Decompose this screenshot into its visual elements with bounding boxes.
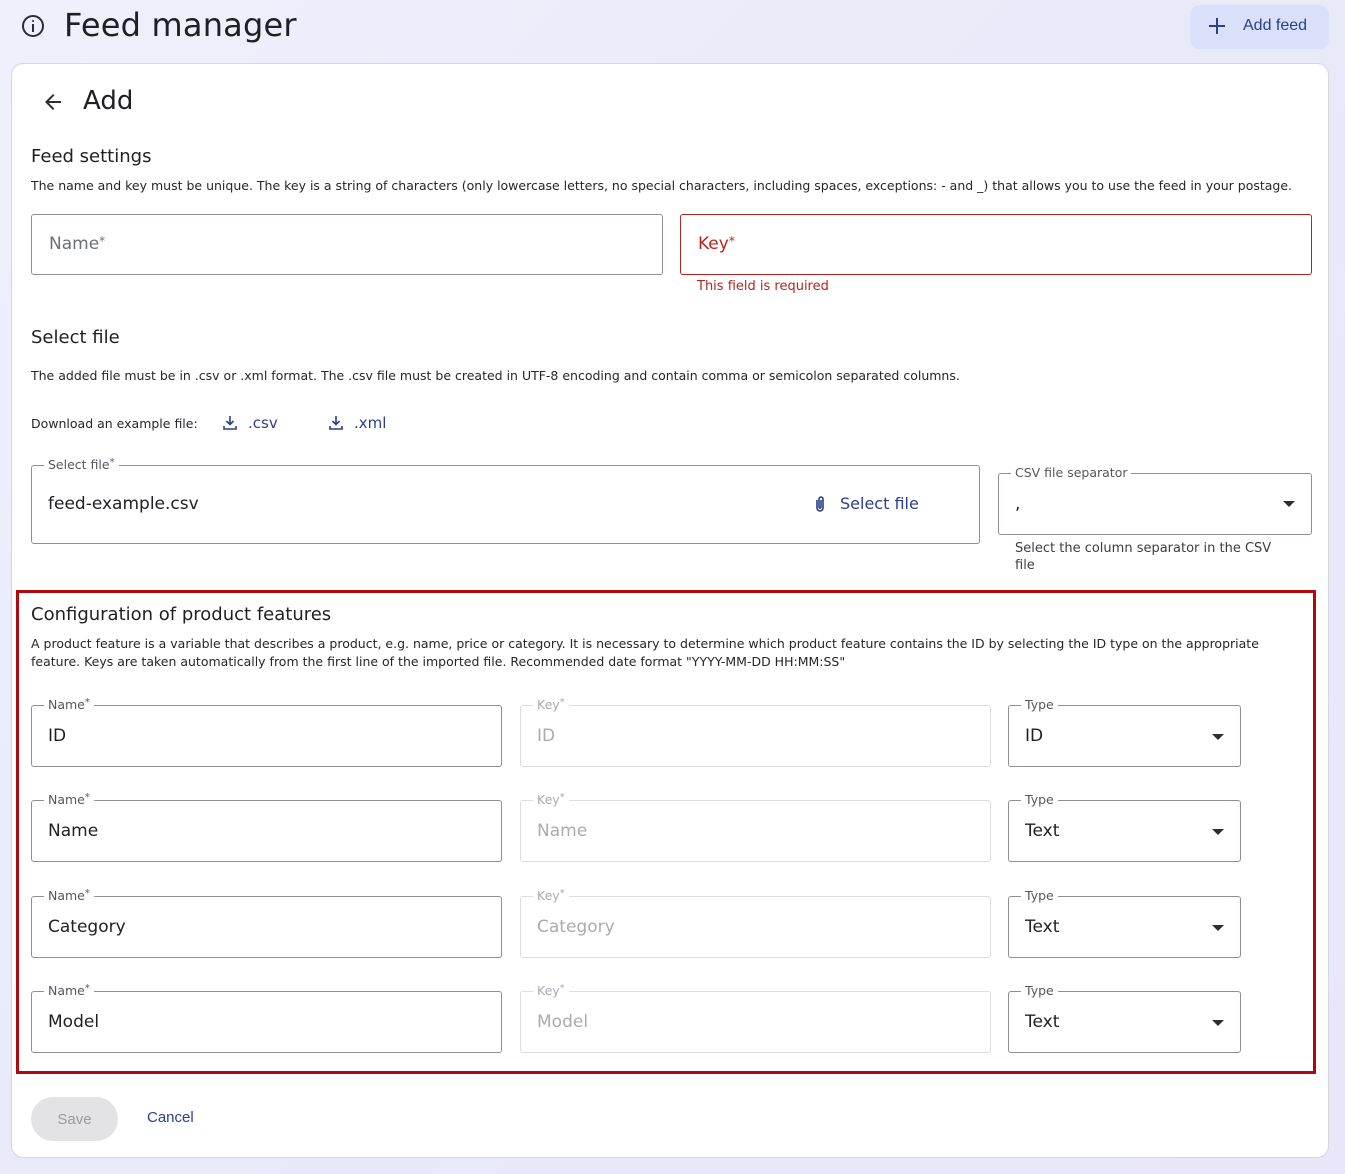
key-error-text: This field is required — [697, 279, 829, 294]
feature-key-value: Name — [537, 821, 588, 841]
feature-type-value: Text — [1025, 917, 1060, 937]
feature-type-value: ID — [1025, 726, 1044, 746]
add-feed-card: Add Feed settings The name and key must … — [11, 63, 1329, 1158]
csv-link-label: .csv — [248, 414, 278, 432]
top-bar: Feed manager Add feed — [0, 0, 1345, 56]
save-button[interactable]: Save — [31, 1097, 118, 1141]
feature-type-label: Type — [1021, 888, 1058, 903]
page-title: Add — [83, 86, 134, 116]
feature-key-field: Key* Name — [520, 792, 991, 862]
feature-name-field[interactable]: Name* Name — [31, 792, 502, 862]
feature-name-value: ID — [48, 726, 67, 746]
cancel-button[interactable]: Cancel — [147, 1109, 194, 1126]
feature-key-field: Key* Model — [520, 983, 991, 1053]
chevron-down-icon — [1212, 1020, 1224, 1026]
feature-key-label: Key — [537, 888, 560, 903]
feature-name-label: Name — [48, 792, 85, 807]
feed-settings-title: Feed settings — [31, 146, 152, 167]
required-mark: * — [559, 983, 565, 994]
feature-key-field: Key* Category — [520, 888, 991, 958]
feature-name-label: Name — [48, 888, 85, 903]
csv-separator-select[interactable]: CSV file separator , — [998, 465, 1312, 535]
add-feed-button[interactable]: Add feed — [1190, 5, 1329, 49]
required-mark: * — [84, 888, 90, 899]
required-mark: * — [84, 983, 90, 994]
key-placeholder: Key — [698, 234, 729, 254]
feature-key-field: Key* ID — [520, 697, 991, 767]
feature-type-label: Type — [1021, 792, 1058, 807]
download-xml-link[interactable]: .xml — [328, 414, 386, 432]
chevron-down-icon — [1212, 925, 1224, 931]
app-title: Feed manager — [64, 6, 297, 44]
feature-key-label: Key — [537, 697, 560, 712]
csv-separator-helper: Select the column separator in the CSV f… — [1015, 541, 1272, 573]
feature-type-select[interactable]: Type Text — [1008, 888, 1241, 958]
download-example-label: Download an example file: — [31, 416, 198, 431]
feature-key-value: Model — [537, 1012, 589, 1032]
required-mark: * — [109, 457, 115, 468]
download-icon — [329, 416, 343, 430]
required-mark: * — [559, 792, 565, 803]
features-title: Configuration of product features — [31, 604, 332, 625]
chevron-down-icon — [1212, 829, 1224, 835]
select-file-field[interactable]: Select file* feed-example.csv Select fil… — [31, 457, 980, 544]
chevron-down-icon — [1212, 734, 1224, 740]
feature-name-label: Name — [48, 697, 85, 712]
feature-key-label: Key — [537, 983, 560, 998]
back-arrow-icon[interactable] — [41, 90, 65, 114]
required-mark: * — [559, 697, 565, 708]
select-file-button-label: Select file — [840, 494, 919, 513]
feature-type-label: Type — [1021, 983, 1058, 998]
feature-key-label: Key — [537, 792, 560, 807]
select-file-label: Select file — [48, 457, 110, 472]
name-field[interactable]: Name* — [31, 214, 663, 275]
feature-name-field[interactable]: Name* Model — [31, 983, 502, 1053]
select-file-button[interactable]: Select file — [813, 494, 919, 513]
csv-separator-value: , — [1015, 494, 1021, 514]
feature-key-value: ID — [537, 726, 556, 746]
select-file-description: The added file must be in .csv or .xml f… — [31, 368, 960, 383]
paperclip-icon — [816, 495, 824, 512]
feature-name-field[interactable]: Name* Category — [31, 888, 502, 958]
chevron-down-icon — [1283, 501, 1295, 507]
feed-settings-description: The name and key must be unique. The key… — [31, 178, 1293, 193]
feature-name-field[interactable]: Name* ID — [31, 697, 502, 767]
key-field[interactable]: Key* — [680, 214, 1312, 275]
feature-name-label: Name — [48, 983, 85, 998]
required-mark: * — [84, 792, 90, 803]
plus-icon — [1208, 17, 1226, 35]
download-csv-link[interactable]: .csv — [222, 414, 278, 432]
feature-type-value: Text — [1025, 821, 1060, 841]
feature-type-label: Type — [1021, 697, 1058, 712]
feature-type-select[interactable]: Type Text — [1008, 983, 1241, 1053]
selected-file-name: feed-example.csv — [48, 494, 199, 514]
required-mark: * — [99, 234, 106, 248]
feature-key-value: Category — [537, 917, 615, 937]
info-icon[interactable] — [22, 15, 44, 37]
required-mark: * — [559, 888, 565, 899]
feature-type-select[interactable]: Type ID — [1008, 697, 1241, 767]
feature-name-value: Model — [48, 1012, 100, 1032]
name-placeholder: Name — [49, 234, 100, 254]
feature-type-select[interactable]: Type Text — [1008, 792, 1241, 862]
download-icon — [223, 416, 237, 430]
csv-separator-label: CSV file separator — [1011, 465, 1132, 480]
feature-name-value: Name — [48, 821, 99, 841]
xml-link-label: .xml — [354, 414, 387, 432]
add-feed-label: Add feed — [1243, 17, 1308, 34]
required-mark: * — [84, 697, 90, 708]
required-mark: * — [728, 234, 735, 248]
features-description: A product feature is a variable that des… — [31, 636, 1259, 669]
feature-type-value: Text — [1025, 1012, 1060, 1032]
select-file-title: Select file — [31, 327, 120, 348]
feature-name-value: Category — [48, 917, 126, 937]
